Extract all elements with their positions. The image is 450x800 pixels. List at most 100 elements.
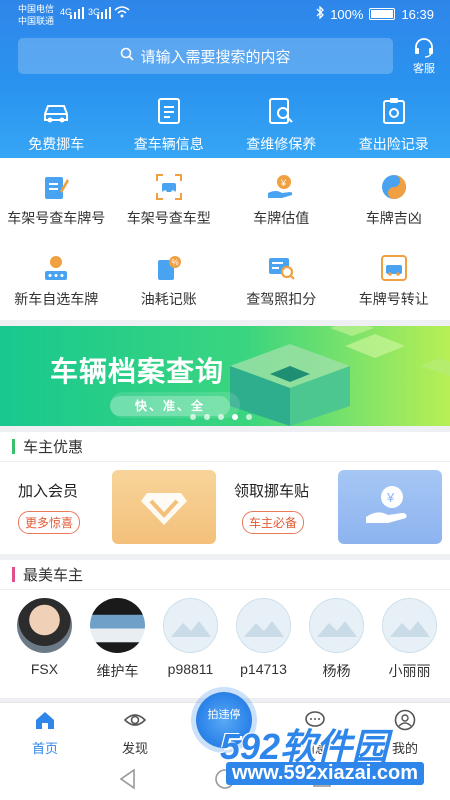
- tab-label: 发现: [121, 741, 148, 756]
- carousel-dot[interactable]: [204, 414, 210, 420]
- nav-label: 查维修保养: [246, 136, 317, 152]
- search-document-icon: [266, 96, 296, 126]
- avatar-placeholder: [382, 598, 437, 653]
- grid-label: 油耗记账: [140, 291, 197, 307]
- back-icon[interactable]: [118, 768, 138, 790]
- vin-to-model-button[interactable]: 车架号查车型: [113, 166, 226, 239]
- carousel-dot[interactable]: [218, 414, 224, 420]
- section-title: 车主优惠: [23, 439, 84, 456]
- eye-icon: [123, 714, 147, 726]
- status-bar: 中国电信 中国联通 4G 3G 100% 16:39: [0, 0, 450, 32]
- owner-item[interactable]: p98811: [154, 598, 227, 681]
- plate-fortune-button[interactable]: 车牌吉凶: [338, 166, 450, 239]
- section-header: 最美车主: [0, 560, 450, 590]
- membership-offer[interactable]: 加入会员 更多惊喜: [0, 480, 112, 534]
- promo-banner[interactable]: 车辆档案查询 快、准、全: [0, 326, 450, 426]
- free-move-car-button[interactable]: 免费挪车: [0, 96, 113, 154]
- service-grid: 车架号查车牌号 车架号查车型 ¥ 车牌估值 车牌吉凶 新车自选车牌 % 油耗记账…: [0, 158, 450, 320]
- license-search-icon: [266, 253, 296, 283]
- nav-label: 查出险记录: [358, 136, 429, 152]
- customer-service-button[interactable]: 客服: [408, 38, 440, 76]
- section-header: 车主优惠: [0, 432, 450, 462]
- move-sticker-offer[interactable]: 领取挪车贴 车主必备: [216, 480, 338, 534]
- home-icon: [36, 712, 54, 729]
- status-right: 100% 16:39: [316, 5, 434, 22]
- owner-name: p14713: [240, 661, 287, 677]
- vin-to-plate-button[interactable]: 车架号查车牌号: [0, 166, 113, 239]
- carousel-dot[interactable]: [190, 414, 196, 420]
- best-owners-section: 最美车主 FSX 维护车 p98811 p14713 杨杨 小丽丽: [0, 560, 450, 698]
- move-sticker-card[interactable]: ¥: [338, 470, 442, 544]
- carrier-info: 中国电信 中国联通: [18, 3, 54, 27]
- coin-hand-icon: ¥: [366, 486, 407, 523]
- grid-row: 车架号查车牌号 车架号查车型 ¥ 车牌估值 车牌吉凶: [0, 166, 450, 239]
- owner-must-have-button[interactable]: 车主必备: [242, 511, 305, 534]
- more-surprises-button[interactable]: 更多惊喜: [18, 511, 81, 534]
- owner-name: p98811: [167, 661, 214, 677]
- nav-label: 查车辆信息: [133, 136, 204, 152]
- owner-name: 维护车: [96, 663, 139, 679]
- svg-text:%: %: [171, 258, 178, 267]
- owner-name: 小丽丽: [388, 663, 431, 679]
- svg-text:¥: ¥: [280, 178, 287, 188]
- search-placeholder: 请输入需要搜索的内容: [140, 48, 291, 66]
- maintenance-record-button[interactable]: 查维修保养: [225, 96, 338, 154]
- tab-home[interactable]: 首页: [0, 703, 90, 760]
- svg-text:¥: ¥: [386, 490, 395, 505]
- fuel-log-button[interactable]: % 油耗记账: [113, 247, 226, 320]
- person-icon: [41, 253, 71, 283]
- money-hand-icon: ¥: [266, 172, 296, 202]
- owner-name: FSX: [30, 661, 59, 677]
- bluetooth-icon: [316, 5, 325, 22]
- accident-record-button[interactable]: 查出险记录: [338, 96, 450, 154]
- avatar: [17, 598, 72, 653]
- owners-list: FSX 维护车 p98811 p14713 杨杨 小丽丽: [0, 590, 450, 681]
- grid-label: 车架号查车牌号: [7, 210, 106, 226]
- section-accent-bar: [12, 439, 15, 454]
- edit-note-icon: [41, 172, 71, 202]
- owner-item[interactable]: 杨杨: [300, 598, 373, 681]
- headset-icon: [415, 38, 433, 58]
- tab-discover[interactable]: 发现: [90, 703, 180, 760]
- carrier-1: 中国电信: [18, 4, 55, 14]
- signal-icon: [97, 7, 111, 22]
- scan-car-icon: [154, 172, 184, 202]
- grid-label: 车牌估值: [253, 210, 310, 226]
- grid-label: 新车自选车牌: [14, 291, 99, 307]
- car-frame-icon: [379, 253, 409, 283]
- membership-card[interactable]: [112, 470, 216, 544]
- battery-percent: 100%: [330, 6, 364, 22]
- plate-valuation-button[interactable]: ¥ 车牌估值: [225, 166, 338, 239]
- watermark-url: www.592xiazai.com: [226, 762, 425, 785]
- owner-name: 杨杨: [322, 663, 351, 679]
- grid-label: 查驾照扣分: [246, 291, 317, 307]
- carousel-dot[interactable]: [246, 414, 252, 420]
- banner-subtitle: 快、准、全: [110, 396, 230, 416]
- avatar-placeholder: [236, 598, 291, 653]
- top-nav: 免费挪车 查车辆信息 查维修保养 查出险记录: [0, 96, 450, 154]
- vehicle-info-button[interactable]: 查车辆信息: [113, 96, 226, 154]
- avatar-placeholder: [163, 598, 218, 653]
- grid-label: 车牌号转让: [358, 291, 429, 307]
- owner-item[interactable]: 维护车: [81, 598, 154, 681]
- offer-title: 领取挪车贴: [234, 483, 310, 500]
- plate-transfer-button[interactable]: 车牌号转让: [338, 247, 450, 320]
- wifi-icon: [114, 6, 130, 21]
- search-input[interactable]: 请输入需要搜索的内容: [18, 38, 393, 74]
- grid-label: 车架号查车型: [126, 210, 211, 226]
- document-icon: [154, 96, 184, 126]
- carousel-dot[interactable]: [232, 414, 238, 420]
- license-points-button[interactable]: 查驾照扣分: [225, 247, 338, 320]
- owner-item[interactable]: FSX: [8, 598, 81, 681]
- battery-icon: [369, 8, 396, 20]
- owner-item[interactable]: 小丽丽: [373, 598, 446, 681]
- nav-label: 免费挪车: [28, 136, 85, 152]
- owner-item[interactable]: p14713: [227, 598, 300, 681]
- service-label: 客服: [413, 63, 435, 75]
- custom-plate-button[interactable]: 新车自选车牌: [0, 247, 113, 320]
- signal-icon: [70, 7, 84, 22]
- grid-label: 车牌吉凶: [365, 210, 422, 226]
- section-title: 最美车主: [23, 567, 84, 584]
- diamond-icon: [141, 493, 187, 525]
- car-icon: [41, 96, 71, 126]
